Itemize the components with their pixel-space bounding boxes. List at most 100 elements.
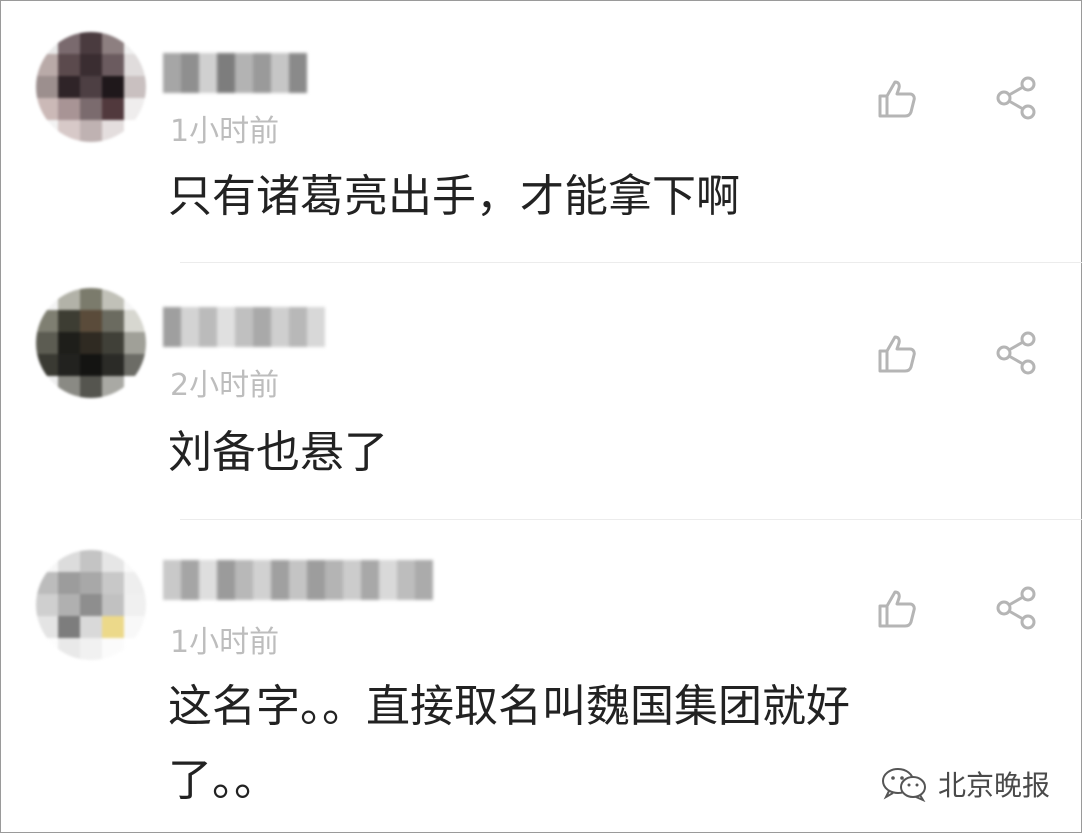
thumbs-up-icon (878, 335, 916, 373)
username-pixel (163, 53, 181, 93)
username-pixel (199, 307, 217, 347)
avatar-pixel (80, 98, 102, 120)
avatar-pixel (36, 32, 58, 54)
avatar[interactable] (36, 32, 146, 142)
username-pixel (325, 560, 343, 600)
avatar-pixel (102, 572, 124, 594)
avatar[interactable] (36, 550, 146, 660)
avatar-pixel (58, 332, 80, 354)
username-pixel (289, 307, 307, 347)
avatar-pixel (80, 54, 102, 76)
avatar-pixel (36, 354, 58, 376)
username-pixel (271, 53, 289, 93)
username-pixel (397, 560, 415, 600)
avatar-pixel (124, 572, 146, 594)
avatar-pixel (124, 550, 146, 572)
username-pixel (361, 560, 379, 600)
avatar-pixel (36, 54, 58, 76)
avatar-pixel (36, 638, 58, 660)
username-pixel (271, 307, 289, 347)
avatar-pixel (80, 572, 102, 594)
avatar-pixel (102, 310, 124, 332)
username-pixel (289, 560, 307, 600)
avatar-pixel (102, 32, 124, 54)
avatar-pixel (36, 288, 58, 310)
avatar-pixel (102, 54, 124, 76)
comment-timestamp: 1小时前 (170, 114, 280, 149)
avatar-pixel (58, 120, 80, 142)
username-pixel (307, 307, 325, 347)
comment-item: 2小时前 刘备也悬了 (0, 263, 1082, 519)
watermark: 北京晚报 (880, 764, 1050, 804)
avatar-pixel (80, 354, 102, 376)
avatar-pixel (124, 288, 146, 310)
username-blurred[interactable] (163, 560, 433, 600)
username-pixel (253, 560, 271, 600)
avatar-pixel (124, 616, 146, 638)
avatar-pixel (124, 98, 146, 120)
username-pixel (307, 560, 325, 600)
username-blurred[interactable] (163, 53, 307, 93)
username-pixel (253, 53, 271, 93)
like-button[interactable] (872, 74, 920, 122)
username-pixel (235, 307, 253, 347)
share-icon (996, 586, 1036, 630)
avatar-pixel (36, 572, 58, 594)
comment-text: 刘备也悬了 (168, 427, 388, 478)
avatar-pixel (80, 594, 102, 616)
avatar-pixel (102, 354, 124, 376)
avatar-pixel (102, 98, 124, 120)
share-button[interactable] (992, 74, 1040, 122)
like-button[interactable] (872, 329, 920, 377)
avatar[interactable] (36, 288, 146, 398)
avatar-pixel (80, 310, 102, 332)
comment-item: 1小时前 只有诸葛亮出手，才能拿下啊 (0, 0, 1082, 262)
username-pixel (415, 560, 433, 600)
avatar-pixel (58, 572, 80, 594)
avatar-pixel (102, 550, 124, 572)
avatar-pixel (36, 310, 58, 332)
avatar-pixel (36, 98, 58, 120)
username-pixel (379, 560, 397, 600)
share-button[interactable] (992, 329, 1040, 377)
avatar-pixel (124, 76, 146, 98)
avatar-pixel (124, 376, 146, 398)
username-pixel (181, 53, 199, 93)
avatar-pixel (124, 638, 146, 660)
username-pixel (235, 560, 253, 600)
avatar-pixel (102, 376, 124, 398)
avatar-pixel (102, 332, 124, 354)
comment-text-line: 了。。 (168, 755, 278, 806)
username-pixel (199, 53, 217, 93)
share-icon (996, 331, 1036, 375)
avatar-pixel (124, 332, 146, 354)
avatar-pixel (36, 332, 58, 354)
username-pixel (343, 560, 361, 600)
avatar-pixel (124, 54, 146, 76)
avatar-pixel (80, 32, 102, 54)
avatar-pixel (102, 76, 124, 98)
avatar-pixel (58, 54, 80, 76)
username-pixel (181, 560, 199, 600)
avatar-pixel (58, 354, 80, 376)
username-blurred[interactable] (163, 307, 325, 347)
share-button[interactable] (992, 584, 1040, 632)
like-button[interactable] (872, 584, 920, 632)
avatar-pixel (80, 120, 102, 142)
avatar-pixel (102, 288, 124, 310)
avatar-pixel (36, 120, 58, 142)
username-pixel (199, 560, 217, 600)
avatar-pixel (36, 76, 58, 98)
username-pixel (253, 307, 271, 347)
avatar-pixel (124, 310, 146, 332)
comment-timestamp: 2小时前 (170, 368, 280, 403)
thumbs-up-icon (878, 590, 916, 628)
username-pixel (271, 560, 289, 600)
avatar-pixel (80, 376, 102, 398)
avatar-pixel (36, 550, 58, 572)
watermark-text: 北京晚报 (938, 769, 1051, 802)
thumbs-up-icon (878, 80, 916, 118)
avatar-pixel (80, 638, 102, 660)
avatar-pixel (124, 594, 146, 616)
comment-text: 只有诸葛亮出手，才能拿下啊 (168, 171, 740, 222)
